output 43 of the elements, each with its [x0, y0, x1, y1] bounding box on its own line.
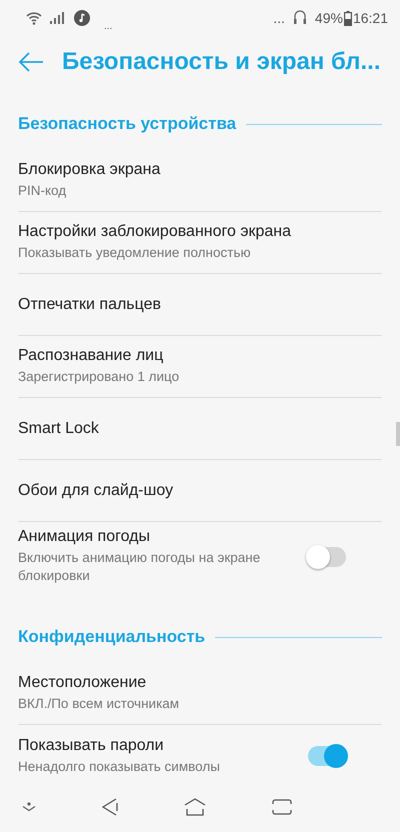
settings-item[interactable]: Настройки заблокированного экрана Показывать уведомление полностью [18, 212, 382, 274]
item-title: Анимация погоды [18, 528, 151, 546]
item-title: Smart Lock [18, 420, 100, 438]
recents-button[interactable] [272, 799, 292, 815]
back-nav-button[interactable] [102, 798, 118, 816]
section-header: Безопасность устройства [18, 114, 236, 134]
notification-dots: ... [273, 10, 285, 26]
notification-dots: ... [104, 20, 112, 32]
item-summary: Показывать уведомление полностью [18, 244, 252, 262]
section-header: Конфиденциальность [18, 627, 206, 647]
item-title: Местоположение [18, 674, 148, 692]
settings-item[interactable]: Обои для слайд-шоу [18, 460, 382, 522]
signal-icon [50, 12, 66, 24]
item-title: Блокировка экрана [18, 161, 162, 179]
battery-percent: 49% [314, 10, 343, 26]
wifi-icon [26, 11, 42, 25]
back-button[interactable] [18, 52, 44, 72]
settings-item[interactable]: Распознавание лиц Зарегистрировано 1 лицо [18, 336, 382, 398]
collapse-button[interactable] [22, 802, 36, 812]
item-summary: PIN-код [18, 182, 68, 200]
music-icon [74, 10, 90, 26]
item-summary: Зарегистрировано 1 лицо [18, 368, 180, 386]
settings-item[interactable]: Местоположение ВКЛ./По всем источникам [18, 663, 382, 725]
headset-icon [292, 9, 307, 27]
item-title: Распознавание лиц [18, 347, 164, 365]
clock: 16:21 [352, 10, 388, 26]
settings-item[interactable]: Отпечатки пальцев [18, 274, 382, 336]
home-button[interactable] [184, 798, 206, 816]
item-summary: Включить анимацию погоды на экране блокировки [18, 549, 262, 585]
toggle-switch[interactable] [308, 546, 346, 566]
settings-item[interactable]: Анимация погоды Включить анимацию погоды на экране блокировки [18, 522, 382, 591]
settings-item[interactable]: Блокировка экрана PIN-код [18, 150, 382, 212]
item-title: Настройки заблокированного экрана [18, 223, 292, 241]
item-title: Отпечатки пальцев [18, 296, 162, 314]
battery-icon [344, 10, 352, 26]
settings-item[interactable]: Smart Lock [18, 398, 382, 460]
screen-title: Безопасность и экран бл... [62, 48, 380, 76]
item-summary: Ненадолго показывать символы [18, 758, 221, 776]
item-title: Показывать пароли [18, 736, 165, 754]
item-title: Обои для слайд-шоу [18, 482, 174, 500]
settings-item[interactable]: Показывать пароли Ненадолго показывать символы [18, 725, 382, 782]
toggle-switch[interactable] [308, 746, 346, 766]
item-summary: ВКЛ./По всем источникам [18, 695, 180, 713]
